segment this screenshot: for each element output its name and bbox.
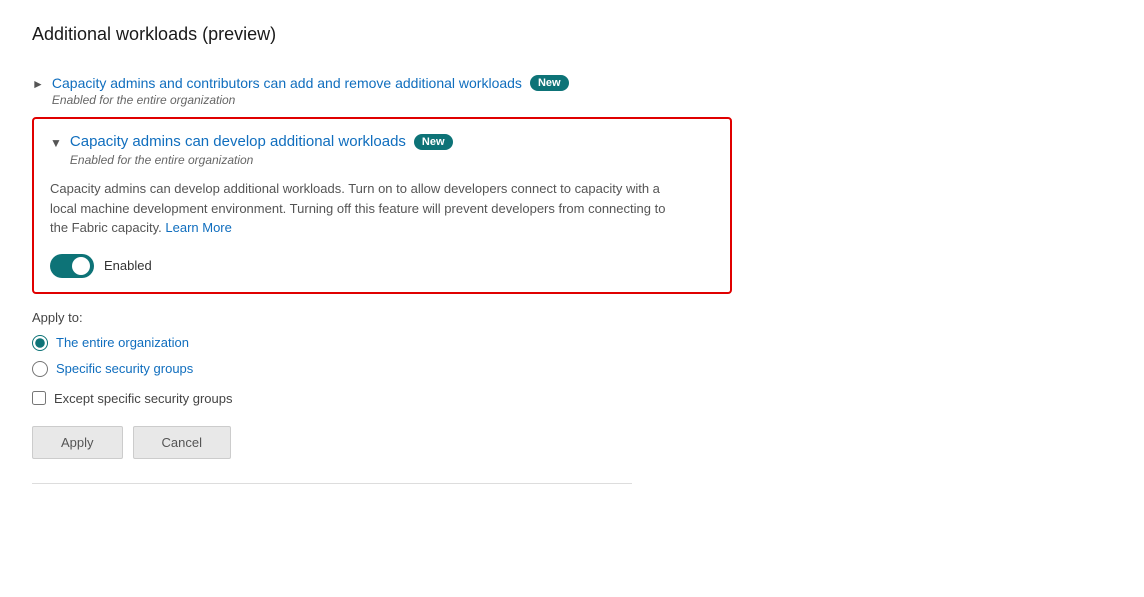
expanded-item-title: Capacity admins can develop additional w…: [70, 133, 406, 150]
radio-group: The entire organization Specific securit…: [32, 335, 732, 377]
expanded-new-badge: New: [414, 134, 453, 150]
collapsed-item-title-row: Capacity admins and contributors can add…: [52, 75, 569, 91]
collapsed-item-title-text: Capacity admins and contributors can add…: [52, 75, 522, 91]
button-row: Apply Cancel: [32, 426, 732, 459]
expanded-item-subtitle: Enabled for the entire organization: [70, 153, 453, 167]
expanded-header: ▼ Capacity admins can develop additional…: [50, 133, 714, 167]
toggle-label-text: Enabled: [104, 258, 152, 273]
expanded-title-row: Capacity admins can develop additional w…: [70, 133, 453, 150]
collapsed-item-subtitle: Enabled for the entire organization: [52, 93, 569, 107]
radio-entire-org[interactable]: The entire organization: [32, 335, 732, 351]
collapse-chevron-icon[interactable]: ▼: [50, 136, 62, 150]
collapsed-item-content: Capacity admins and contributors can add…: [52, 75, 569, 107]
radio-specific-groups-label: Specific security groups: [56, 361, 193, 376]
radio-entire-org-input[interactable]: [32, 335, 48, 351]
radio-entire-org-label: The entire organization: [56, 335, 189, 350]
enabled-toggle[interactable]: [50, 254, 94, 278]
collapsed-new-badge: New: [530, 75, 569, 91]
collapsed-workload-item[interactable]: ► Capacity admins and contributors can a…: [32, 65, 732, 117]
radio-specific-groups-input[interactable]: [32, 361, 48, 377]
workload-list: ► Capacity admins and contributors can a…: [32, 65, 732, 459]
apply-to-section: Apply to: The entire organization Specif…: [32, 310, 732, 459]
expand-chevron-icon: ►: [32, 77, 44, 91]
except-groups-label: Except specific security groups: [54, 391, 232, 406]
toggle-slider: [50, 254, 94, 278]
except-groups-checkbox[interactable]: [32, 391, 46, 405]
description-text: Capacity admins can develop additional w…: [50, 181, 665, 235]
except-groups-checkbox-item[interactable]: Except specific security groups: [32, 391, 732, 406]
expanded-workload-item: ▼ Capacity admins can develop additional…: [32, 117, 732, 294]
expanded-item-content: Capacity admins can develop additional w…: [70, 133, 453, 167]
learn-more-link[interactable]: Learn More: [165, 220, 231, 235]
expanded-description: Capacity admins can develop additional w…: [50, 179, 670, 238]
apply-button[interactable]: Apply: [32, 426, 123, 459]
radio-specific-groups[interactable]: Specific security groups: [32, 361, 732, 377]
section-divider: [32, 483, 632, 484]
page-title: Additional workloads (preview): [32, 24, 1112, 45]
apply-to-title: Apply to:: [32, 310, 732, 325]
toggle-row: Enabled: [50, 254, 714, 278]
cancel-button[interactable]: Cancel: [133, 426, 231, 459]
